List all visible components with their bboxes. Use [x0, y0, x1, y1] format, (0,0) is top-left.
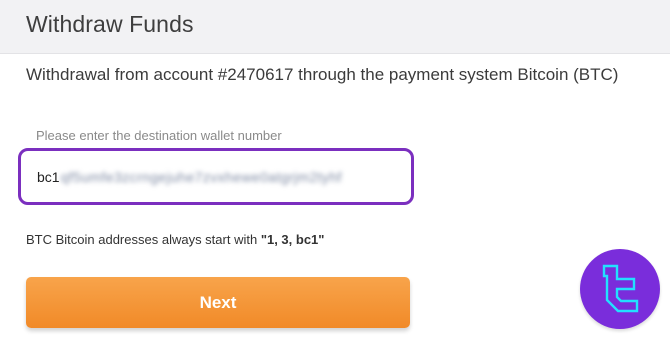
wallet-number-input[interactable]: bc1 qf5umfe3zcrngejuhe7zvxhewe0atgrjm2tyh…: [18, 148, 414, 205]
address-format-hint: BTC Bitcoin addresses always start with …: [26, 232, 324, 247]
withdrawal-description: Withdrawal from account #2470617 through…: [26, 65, 619, 84]
brand-logo-icon: [580, 249, 660, 329]
next-button[interactable]: Next: [26, 277, 410, 328]
hint-prefixes: "1, 3, bc1": [260, 232, 325, 247]
wallet-value-prefix: bc1: [37, 168, 60, 185]
page-header: Withdraw Funds: [0, 0, 670, 54]
wallet-field-label: Please enter the destination wallet numb…: [36, 128, 282, 143]
hint-text: BTC Bitcoin addresses always start with: [26, 232, 261, 247]
page-title: Withdraw Funds: [26, 11, 194, 37]
wallet-value-redacted: qf5umfe3zcrngejuhe7zvxhewe0atgrjm2tyhf: [60, 168, 342, 185]
